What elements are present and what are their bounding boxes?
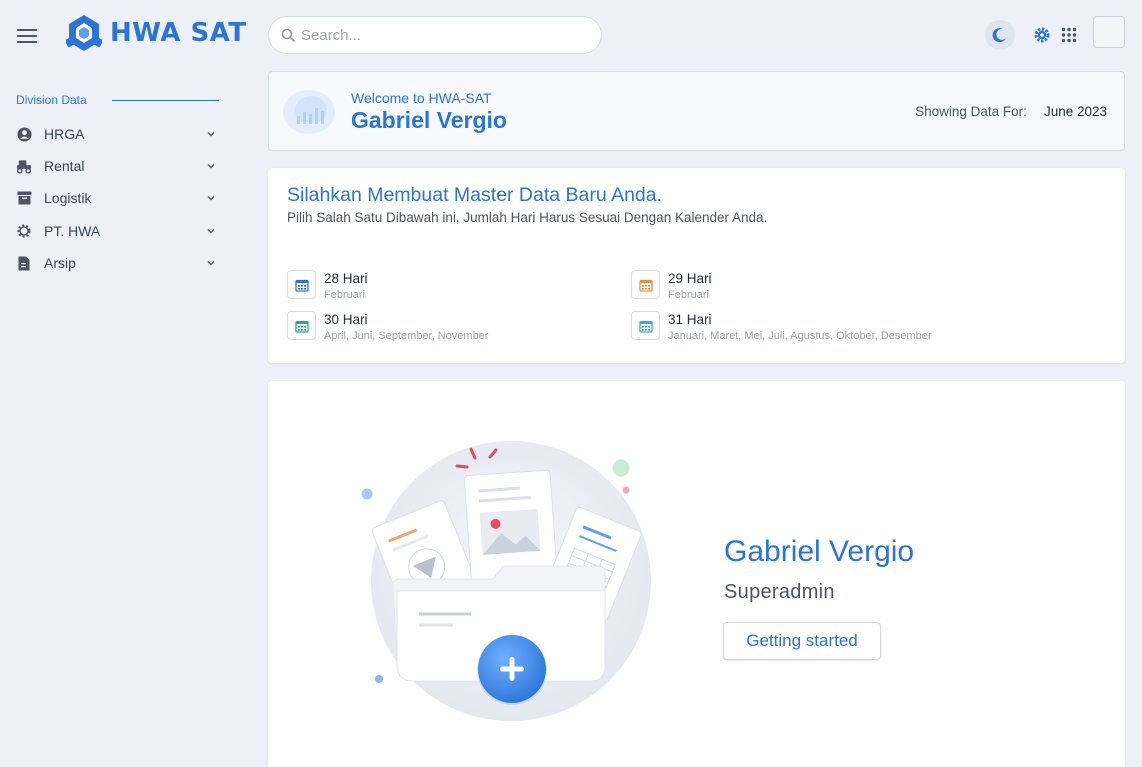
sidebar-item-hrga[interactable]: HRGA: [16, 122, 216, 146]
search-input[interactable]: [301, 26, 581, 44]
sidebar-section-title: Division Data: [16, 93, 87, 107]
truck-icon: [16, 158, 32, 174]
showing-value: June 2023: [1043, 104, 1107, 119]
hero-role: Superadmin: [724, 581, 835, 603]
chevron-down-icon: [207, 261, 215, 266]
option-desc: Februari: [668, 289, 709, 301]
option-title: 29 Hari: [668, 271, 712, 286]
calendar-icon: [287, 270, 316, 299]
getting-started-button[interactable]: Getting started: [723, 622, 881, 660]
sidebar-item-label: Logistik: [44, 190, 92, 206]
moon-icon[interactable]: [985, 20, 1015, 50]
hero-card: Gabriel Vergio Superadmin Getting starte…: [268, 381, 1125, 767]
brand-name: HWA SAT: [110, 18, 247, 48]
sidebar-item-arsip[interactable]: Arsip: [16, 251, 216, 275]
gear-outline-icon: [16, 223, 32, 239]
avatar[interactable]: [1093, 16, 1125, 48]
user-circle-icon: [16, 126, 32, 142]
master-data-card: Silahkan Membuat Master Data Baru Anda. …: [268, 168, 1125, 363]
option-28-days[interactable]: 28 Hari Februari: [287, 270, 368, 301]
option-title: 28 Hari: [324, 271, 368, 286]
hero-name: Gabriel Vergio: [724, 535, 915, 568]
menu-icon[interactable]: [17, 29, 37, 43]
brand-logo[interactable]: HWA SAT: [66, 14, 247, 52]
calendar-icon: [287, 311, 316, 340]
calendar-icon: [631, 311, 660, 340]
gear-icon[interactable]: [1027, 20, 1057, 50]
chevron-down-icon: [207, 132, 215, 137]
new-folder-illustration: [361, 441, 651, 721]
welcome-name: Gabriel Vergio: [351, 107, 507, 133]
hwa-logo-icon: [66, 15, 102, 51]
master-title: Silahkan Membuat Master Data Baru Anda.: [287, 184, 663, 206]
option-desc: Februari: [324, 289, 365, 301]
sidebar-item-pt-hwa[interactable]: PT. HWA: [16, 219, 216, 243]
showing-data: Showing Data For: June 2023: [915, 104, 1107, 119]
welcome-subtitle: Welcome to HWA-SAT: [351, 90, 492, 106]
document-icon: [16, 255, 32, 271]
master-subtitle: Pilih Salah Satu Dibawah ini, Jumlah Har…: [287, 210, 768, 225]
option-desc: Januari, Maret, Mei, Juli, Agustus, Okto…: [668, 330, 932, 342]
archive-box-icon: [16, 190, 32, 206]
option-30-days[interactable]: 30 Hari April, Juni, September, November: [287, 311, 488, 342]
sidebar-item-label: PT. HWA: [44, 223, 101, 239]
search-icon: [281, 28, 295, 42]
calendar-icon: [631, 270, 660, 299]
search-bar[interactable]: [268, 16, 602, 54]
option-title: 31 Hari: [668, 312, 712, 327]
analytics-illustration: [283, 90, 335, 134]
sidebar-item-label: HRGA: [44, 126, 85, 142]
sidebar-item-label: Arsip: [44, 255, 76, 271]
showing-label: Showing Data For:: [915, 104, 1027, 119]
option-29-days[interactable]: 29 Hari Februari: [631, 270, 712, 301]
chevron-down-icon: [207, 229, 215, 234]
chevron-down-icon: [207, 196, 215, 201]
sidebar-item-label: Rental: [44, 158, 85, 174]
chevron-down-icon: [207, 164, 215, 169]
option-title: 30 Hari: [324, 312, 368, 327]
divider: [112, 100, 219, 101]
option-31-days[interactable]: 31 Hari Januari, Maret, Mei, Juli, Agust…: [631, 311, 932, 342]
apps-grid-icon[interactable]: [1054, 20, 1084, 50]
option-desc: April, Juni, September, November: [324, 330, 489, 342]
welcome-card: Welcome to HWA-SAT Gabriel Vergio Showin…: [268, 71, 1125, 151]
sidebar-item-logistik[interactable]: Logistik: [16, 186, 216, 210]
sidebar-item-rental[interactable]: Rental: [16, 154, 216, 178]
